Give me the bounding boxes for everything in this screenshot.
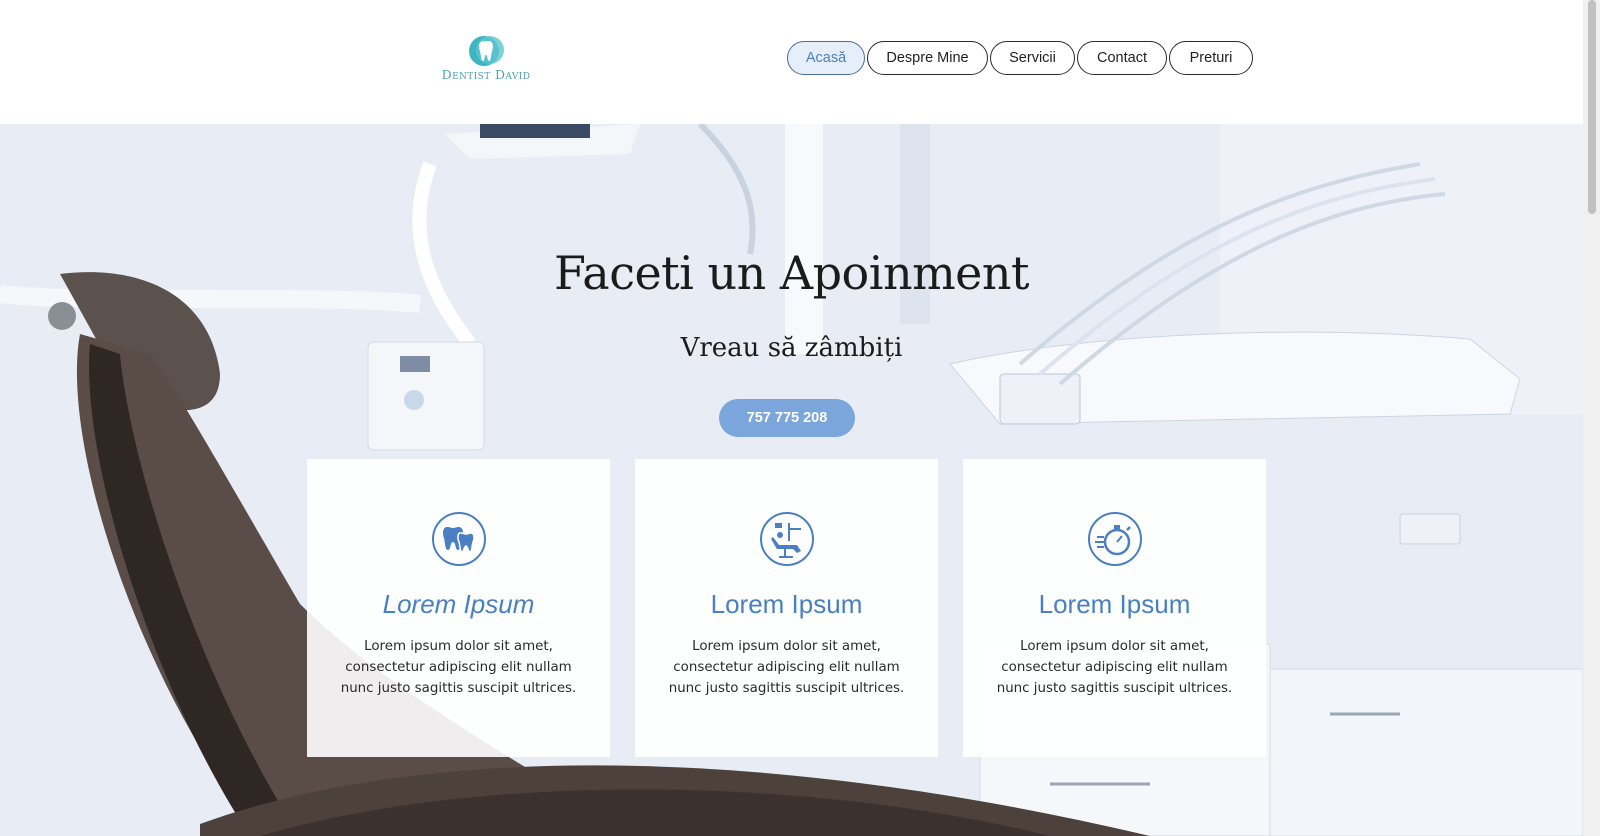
hero-section: Faceti un Apoinment Vreau să zâmbiți 757… — [0, 124, 1583, 836]
nav-item-servicii[interactable]: Servicii — [990, 41, 1075, 75]
tooth-logo-icon — [469, 36, 504, 66]
hero-title: Faceti un Apoinment — [553, 246, 1030, 300]
service-card: Lorem Ipsum Lorem ipsum dolor sit amet, … — [963, 459, 1266, 757]
card-title: Lorem Ipsum — [710, 589, 863, 619]
card-text: Lorem ipsum dolor sit amet, consectetur … — [340, 639, 577, 696]
logo-text: Dentist David — [441, 67, 531, 82]
page-scrollbar[interactable] — [1583, 0, 1600, 836]
card-title: Lorem Ipsum — [382, 589, 535, 619]
stopwatch-icon — [1088, 512, 1142, 566]
nav-item-preturi[interactable]: Preturi — [1169, 41, 1253, 75]
nav-item-despre-mine[interactable]: Despre Mine — [867, 41, 988, 75]
hero-subtitle: Vreau să zâmbiți — [680, 333, 903, 363]
scrollbar-thumb[interactable] — [1588, 0, 1596, 214]
site-logo[interactable]: Dentist David — [434, 33, 538, 89]
service-card: Lorem Ipsum Lorem ipsum dolor sit amet, … — [635, 459, 938, 757]
card-text: Lorem ipsum dolor sit amet, consectetur … — [996, 639, 1233, 696]
card-title: Lorem Ipsum — [1038, 589, 1191, 619]
tooth-icon — [432, 512, 486, 566]
nav-item-contact[interactable]: Contact — [1077, 41, 1167, 75]
nav-item-acasa[interactable]: Acasă — [787, 41, 865, 75]
service-card: Lorem Ipsum Lorem ipsum dolor sit amet, … — [307, 459, 610, 757]
card-text: Lorem ipsum dolor sit amet, consectetur … — [668, 639, 905, 696]
dental-chair-icon — [760, 512, 814, 566]
phone-button[interactable]: 757 775 208 — [719, 399, 855, 437]
page: Dentist David Acasă Despre Mine Servicii… — [0, 0, 1583, 836]
main-nav: Acasă Despre Mine Servicii Contact Pretu… — [787, 41, 1253, 77]
site-header: Dentist David Acasă Despre Mine Servicii… — [0, 0, 1583, 124]
